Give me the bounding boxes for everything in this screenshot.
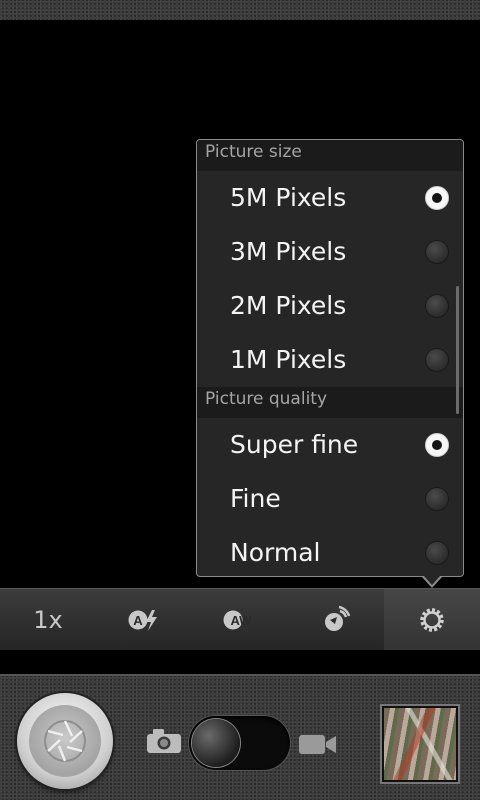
panel-gap xyxy=(0,650,480,674)
settings-gear-icon xyxy=(420,607,444,632)
option-label: Fine xyxy=(230,484,281,513)
camera-settings-toolbar: 1x A AW xyxy=(0,588,480,650)
shutter-button-face[interactable] xyxy=(29,705,101,777)
white-balance-letters: AW xyxy=(231,613,253,628)
radio-unselected-icon[interactable] xyxy=(425,487,449,511)
option-super-fine[interactable]: Super fine xyxy=(197,418,463,472)
zoom-level-label: 1x xyxy=(33,605,63,634)
shutter-button[interactable] xyxy=(17,693,113,789)
option-normal[interactable]: Normal xyxy=(197,526,463,576)
flash-auto-icon: A xyxy=(128,609,157,631)
popup-scrollbar[interactable] xyxy=(456,286,459,414)
option-5m-pixels[interactable]: 5M Pixels xyxy=(197,171,463,225)
camera-control-panel xyxy=(0,674,480,800)
popup-pointer-fill xyxy=(423,575,441,585)
option-fine[interactable]: Fine xyxy=(197,472,463,526)
scene-mode-icon xyxy=(325,605,351,631)
top-status-strip xyxy=(0,0,480,20)
mode-switch-knob[interactable] xyxy=(192,719,240,767)
settings-button[interactable] xyxy=(384,589,480,650)
option-label: Super fine xyxy=(230,430,359,459)
option-label: Normal xyxy=(230,538,321,567)
white-balance-auto-icon: AW xyxy=(223,610,253,629)
option-1m-pixels[interactable]: 1M Pixels xyxy=(197,333,463,387)
radio-selected-icon[interactable] xyxy=(425,433,449,457)
option-3m-pixels[interactable]: 3M Pixels xyxy=(197,225,463,279)
scene-mode-button[interactable] xyxy=(288,589,384,650)
radio-unselected-icon[interactable] xyxy=(425,348,449,372)
video-camera-icon[interactable] xyxy=(298,732,338,756)
white-balance-button[interactable]: AW xyxy=(192,589,288,650)
option-2m-pixels[interactable]: 2M Pixels xyxy=(197,279,463,333)
camera-icon[interactable] xyxy=(146,728,182,754)
zoom-button[interactable]: 1x xyxy=(0,589,96,650)
last-photo-thumbnail[interactable] xyxy=(382,706,458,782)
radio-selected-icon[interactable] xyxy=(425,186,449,210)
camera-video-mode-switch[interactable] xyxy=(189,716,290,770)
radio-unselected-icon[interactable] xyxy=(425,240,449,264)
flash-mode-button[interactable]: A xyxy=(96,589,192,650)
radio-unselected-icon[interactable] xyxy=(425,294,449,318)
option-label: 1M Pixels xyxy=(230,345,347,374)
option-label: 3M Pixels xyxy=(230,237,347,266)
section-header-picture-quality: Picture quality xyxy=(197,387,463,418)
shutter-aperture-icon xyxy=(44,720,86,762)
radio-unselected-icon[interactable] xyxy=(425,541,449,565)
settings-popup: Picture size 5M Pixels 3M Pixels 2M Pixe… xyxy=(196,139,464,577)
flash-auto-letter: A xyxy=(133,613,143,628)
section-header-picture-size: Picture size xyxy=(197,140,463,171)
option-label: 2M Pixels xyxy=(230,291,347,320)
option-label: 5M Pixels xyxy=(230,183,347,212)
